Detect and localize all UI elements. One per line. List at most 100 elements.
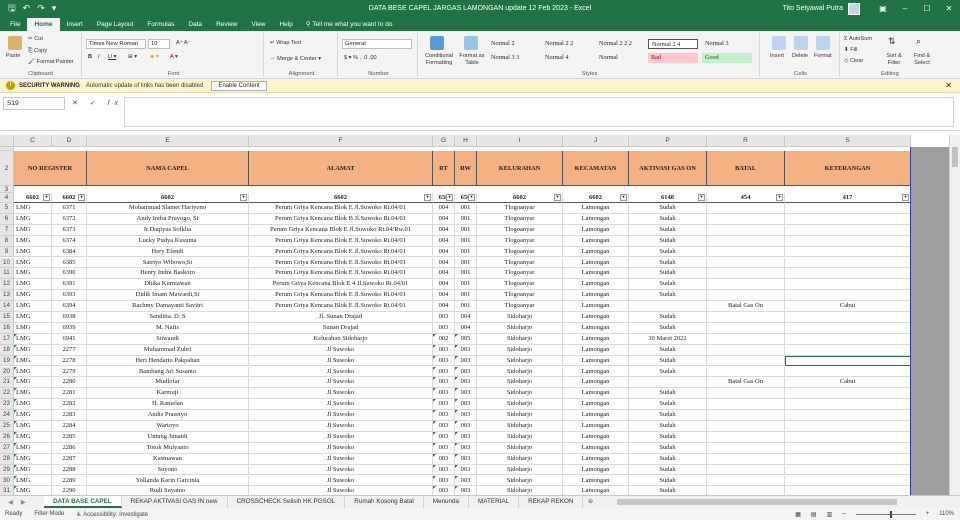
table-cell[interactable]: Sidoharjo <box>477 475 563 487</box>
table-cell[interactable]: LMG <box>14 388 52 400</box>
table-cell[interactable]: Muhammad Zuhri <box>87 344 249 356</box>
table-cell[interactable]: 004 <box>433 203 455 214</box>
wrap-text-button[interactable]: ↵ Wrap Text <box>270 40 301 46</box>
table-cell[interactable]: 004 <box>433 279 455 291</box>
page-layout-view-icon[interactable]: ▤ <box>811 511 817 518</box>
ribbon-display-icon[interactable]: ▣ <box>872 0 894 17</box>
table-cell[interactable]: Perum Griya Kencana Blok E 4 Jl.Suwoko R… <box>249 279 433 291</box>
table-cell[interactable]: Lamongan <box>563 421 629 432</box>
table-cell[interactable]: Tlogoanyar <box>477 301 563 312</box>
table-cell[interactable]: Jl Suwoko <box>249 464 433 476</box>
format-painter-button[interactable]: 🖌 Format Painter <box>28 59 74 65</box>
format-as-table-button[interactable]: Format as Table <box>458 53 486 67</box>
table-cell[interactable]: 004 <box>433 224 455 236</box>
table-cell[interactable] <box>785 279 911 291</box>
vertical-scrollbar[interactable] <box>949 135 960 495</box>
table-cell[interactable]: 001 <box>455 279 477 291</box>
style-normal-3-3[interactable]: Normal 3 3 <box>488 53 538 63</box>
table-cell[interactable]: 001 <box>455 224 477 236</box>
table-cell[interactable]: Jl Suwoko <box>249 366 433 378</box>
table-cell[interactable]: 003 <box>455 475 477 487</box>
table-cell[interactable]: Sudah <box>629 290 707 302</box>
column-header-p[interactable]: P <box>629 135 707 147</box>
table-cell[interactable]: Sunan Drajad <box>249 322 433 334</box>
borders-icon[interactable]: ⊞ ▾ <box>128 54 137 60</box>
table-cell[interactable]: Sudah <box>629 279 707 291</box>
tab-view[interactable]: View <box>244 18 272 31</box>
table-cell[interactable]: 003 <box>455 410 477 421</box>
table-cell[interactable]: Wartoyo <box>87 421 249 432</box>
table-cell[interactable]: 001 <box>455 301 477 312</box>
table-cell[interactable]: LMG <box>14 290 52 302</box>
table-cell[interactable] <box>707 224 785 236</box>
close-icon[interactable]: ✕ <box>945 81 952 90</box>
table-cell[interactable]: Satriyo Wibowo,St <box>87 257 249 269</box>
italic-icon[interactable]: I <box>98 54 100 60</box>
horizontal-scrollbar[interactable] <box>597 496 960 508</box>
font-size-select[interactable]: 10 <box>148 39 170 49</box>
table-cell[interactable]: LMG <box>14 366 52 378</box>
table-cell[interactable] <box>707 268 785 280</box>
table-cell[interactable]: Lamongan <box>563 442 629 454</box>
table-cell[interactable] <box>707 279 785 291</box>
table-cell[interactable] <box>629 301 707 312</box>
table-cell[interactable]: 004 <box>433 246 455 258</box>
filter-count-cell[interactable]: 6602 ▾ <box>563 193 629 203</box>
table-cell[interactable]: LMG <box>14 203 52 214</box>
table-cell[interactable]: Sudah <box>629 399 707 411</box>
table-cell[interactable]: Lamongan <box>563 475 629 487</box>
table-cell[interactable]: Sanditia. D. S <box>87 312 249 323</box>
row-header-2[interactable]: 2 <box>0 151 14 186</box>
row-header-5[interactable]: 5 <box>0 203 14 214</box>
paste-button[interactable]: Paste <box>6 53 20 59</box>
table-cell[interactable]: Sidoharjo <box>477 442 563 454</box>
header-cell[interactable]: RT <box>433 151 455 186</box>
row-header-14[interactable]: 14 <box>0 301 14 312</box>
table-cell[interactable]: 003 <box>433 399 455 411</box>
filter-dropdown-icon[interactable]: ▾ <box>554 194 561 201</box>
table-cell[interactable]: 6372 <box>52 213 87 225</box>
table-cell[interactable]: LMG <box>14 333 52 345</box>
table-cell[interactable]: Bambang Ari Susanto <box>87 366 249 378</box>
table-cell[interactable]: LMG <box>14 257 52 269</box>
table-cell[interactable]: LMG <box>14 442 52 454</box>
table-cell[interactable]: 6393 <box>52 290 87 302</box>
table-cell[interactable]: 001 <box>455 290 477 302</box>
table-cell[interactable] <box>785 464 911 476</box>
paste-icon[interactable] <box>8 36 22 50</box>
table-cell[interactable]: Perum Griya Kencana Blok E Jl.Suwoko Rt.… <box>249 246 433 258</box>
table-cell[interactable] <box>707 486 785 495</box>
table-cell[interactable]: Batal Gas On <box>707 377 785 389</box>
table-cell[interactable]: Sudah <box>629 388 707 400</box>
clear-button[interactable]: ◇ Clear <box>844 58 863 64</box>
table-cell[interactable]: 003 <box>433 421 455 432</box>
table-cell[interactable]: Sudah <box>629 464 707 476</box>
table-cell[interactable] <box>785 486 911 495</box>
minimize-icon[interactable]: – <box>894 0 916 17</box>
zoom-level[interactable]: 110% <box>939 511 954 517</box>
table-cell[interactable] <box>707 410 785 421</box>
table-cell[interactable]: Sudah <box>629 344 707 356</box>
table-cell[interactable]: 2289 <box>52 475 87 487</box>
header-cell[interactable]: KECAMATAN <box>563 151 629 186</box>
table-cell[interactable] <box>707 464 785 476</box>
table-cell[interactable]: Sudah <box>629 366 707 378</box>
find-icon[interactable]: ⌕ <box>916 36 921 47</box>
status-accessibility[interactable]: ♿ Accessibility: Investigate <box>76 511 148 518</box>
filter-dropdown-icon[interactable]: ▾ <box>620 194 627 201</box>
table-cell[interactable]: 2285 <box>52 431 87 443</box>
table-cell[interactable]: 003 <box>455 464 477 476</box>
table-cell[interactable] <box>707 366 785 378</box>
table-cell[interactable]: 001 <box>455 257 477 269</box>
table-cell[interactable] <box>785 366 911 378</box>
insert-button[interactable]: Insert <box>770 53 784 59</box>
table-cell[interactable]: Sudah <box>629 257 707 269</box>
sheet-tab-rekap-aktivasi[interactable]: REKAP AKTIVASI GAS IN new <box>122 496 228 508</box>
delete-cells-icon[interactable] <box>794 36 808 50</box>
row-header-29[interactable]: 29 <box>0 464 14 476</box>
table-cell[interactable]: Sudah <box>629 213 707 225</box>
underline-icon[interactable]: U ▾ <box>108 54 116 60</box>
table-cell[interactable]: Perum Griya Kencana Blok E Jl.Suwoko Rt.… <box>249 235 433 247</box>
row-header-15[interactable]: 15 <box>0 312 14 323</box>
table-cell[interactable]: Perum Griya Kencana Blok E Jl.Suwoko Rt.… <box>249 257 433 269</box>
